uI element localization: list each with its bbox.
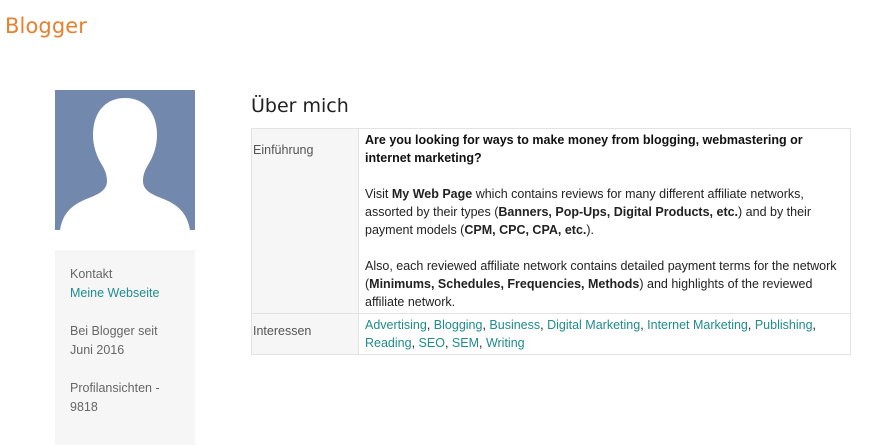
profile-views-count: 9818 [70,400,98,414]
blogger-brand-link[interactable]: Blogger [5,14,87,38]
intro-lead: Are you looking for ways to make money f… [365,133,803,165]
interest-link[interactable]: SEM [452,336,479,350]
profile-avatar [55,90,195,230]
interest-link[interactable]: Blogging [434,318,483,332]
interest-link[interactable]: Internet Marketing [647,318,748,332]
person-silhouette-icon [60,98,190,230]
website-link[interactable]: Meine Webseite [70,284,180,303]
interest-link[interactable]: Digital Marketing [547,318,640,332]
intro-content: Are you looking for ways to make money f… [358,128,851,314]
interests-row: Interessen Advertising, Blogging, Busine… [251,313,851,355]
interest-link[interactable]: Reading [365,336,412,350]
intro-paragraph-2: Visit My Web Page which contains reviews… [365,187,811,237]
member-since-date: Juni 2016 [70,343,125,357]
interests-list: Advertising, Blogging, Business, Digital… [358,313,851,355]
contact-label: Kontakt [70,267,113,281]
interest-link[interactable]: Advertising [365,318,427,332]
intro-paragraph-3: Also, each reviewed affiliate network co… [365,259,837,309]
about-table: Einführung Are you looking for ways to m… [251,128,851,355]
intro-row: Einführung Are you looking for ways to m… [251,128,851,314]
profile-views-section: Profilansichten - 9818 [70,379,180,417]
interest-link[interactable]: Publishing [755,318,813,332]
interest-link[interactable]: SEO [419,336,445,350]
profile-views-label: Profilansichten - [70,381,160,395]
interests-label: Interessen [251,313,359,355]
profile-sidebar: Kontakt Meine Webseite Bei Blogger seit … [55,250,195,445]
interest-link[interactable]: Writing [486,336,525,350]
member-since-label: Bei Blogger seit [70,324,158,338]
member-since-section: Bei Blogger seit Juni 2016 [70,322,180,360]
page-title: Über mich [251,95,349,117]
interest-link[interactable]: Business [489,318,540,332]
intro-label: Einführung [251,128,359,314]
contact-section: Kontakt Meine Webseite [70,265,180,303]
